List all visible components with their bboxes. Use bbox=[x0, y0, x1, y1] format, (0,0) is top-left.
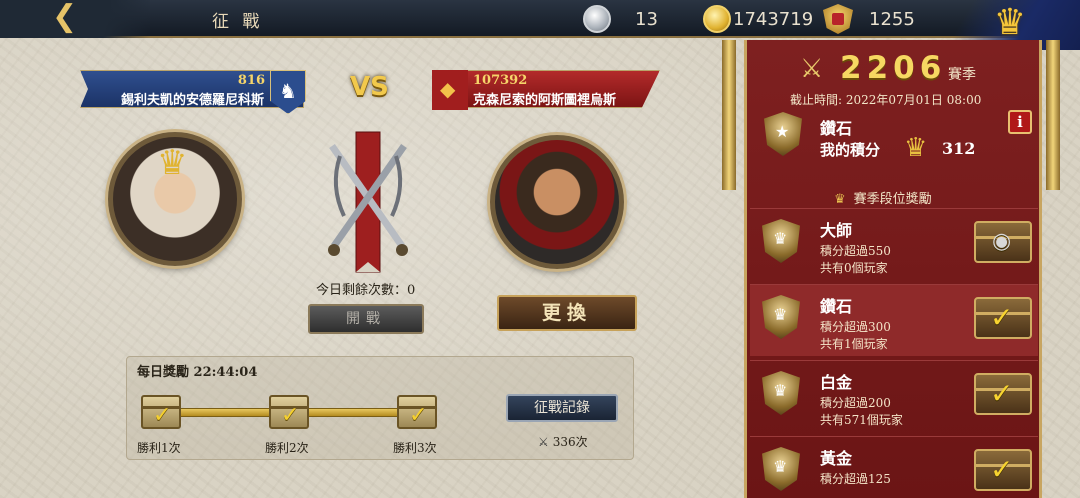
crossed-swords-icon bbox=[328, 131, 408, 273]
win-label-3: 勝利3次 bbox=[393, 441, 437, 455]
tier-chest-claimed[interactable]: ✓ bbox=[974, 373, 1032, 415]
season-shield-icon: ⚔ bbox=[800, 54, 824, 84]
change-opponent-button[interactable]: 更換 bbox=[497, 295, 637, 331]
silver-coin-icon bbox=[583, 5, 611, 33]
tier-row-gold[interactable]: ♛ 黃金 積分超過125 ✓ bbox=[750, 436, 1038, 498]
eagle-emblem-icon: ◆ bbox=[432, 70, 468, 110]
player-power: 816 bbox=[237, 73, 265, 88]
tier-chest-claimed[interactable]: ✓ bbox=[974, 449, 1032, 491]
player-portrait[interactable]: ♛ bbox=[108, 132, 242, 266]
tier-name: 大師 bbox=[820, 221, 853, 240]
tier-row-platinum[interactable]: ♛ 白金 積分超過200 共有571個玩家 ✓ bbox=[750, 360, 1038, 432]
honor-amount: 1255 bbox=[869, 8, 915, 30]
battle-button[interactable]: 開戰 bbox=[308, 304, 424, 334]
master-rank-icon: ♛ bbox=[762, 219, 800, 263]
tier-players: 共有1個玩家 bbox=[820, 337, 888, 351]
daily-chest-1[interactable]: ✓ bbox=[141, 395, 181, 429]
tier-condition: 積分超過125 bbox=[820, 472, 891, 486]
back-button[interactable]: ❮ bbox=[0, 0, 150, 38]
diamond-rank-icon: ♛ bbox=[762, 295, 800, 339]
page-title: 征 戰 bbox=[212, 12, 264, 32]
battle-record-button[interactable]: 征戰記錄 bbox=[506, 394, 618, 422]
tier-name: 白金 bbox=[820, 373, 853, 392]
season-score: 2206 bbox=[840, 50, 947, 86]
gold-amount: 1743719 bbox=[733, 8, 814, 30]
tier-row-master[interactable]: ♛ 大師 積分超過550 共有0個玩家 ◉ bbox=[750, 208, 1038, 280]
player-name: 錫利夫凱的安德羅尼科斯 bbox=[121, 93, 265, 108]
checkmark-icon: ✓ bbox=[990, 301, 1014, 334]
record-count-value: 336次 bbox=[552, 435, 588, 449]
back-arrow-icon: ❮ bbox=[52, 0, 78, 34]
win-label-1: 勝利1次 bbox=[137, 441, 181, 455]
checkmark-icon: ✓ bbox=[990, 453, 1014, 486]
queen-crown-icon: ♛ bbox=[157, 143, 188, 183]
lock-icon: ◉ bbox=[992, 229, 1012, 254]
checkmark-icon: ✓ bbox=[409, 403, 428, 428]
checkmark-icon: ✓ bbox=[153, 403, 172, 428]
record-count: ⚔ 336次 bbox=[538, 433, 588, 450]
silver-amount: 13 bbox=[635, 8, 658, 30]
gold-rank-icon: ♛ bbox=[762, 447, 800, 491]
tier-name: 黃金 bbox=[820, 449, 853, 468]
tier-condition: 積分超過300 bbox=[820, 320, 891, 334]
info-button[interactable]: i bbox=[1008, 110, 1032, 134]
remaining-attempts: 今日剩餘次數：0 bbox=[316, 283, 416, 298]
tier-chest-claimed[interactable]: ✓ bbox=[974, 297, 1032, 339]
season-label: 賽季 bbox=[948, 67, 976, 83]
daily-reward-title: 每日獎勵 22:44:04 bbox=[137, 365, 258, 380]
rewards-header: ♛ 賽季段位獎勵 bbox=[834, 188, 932, 207]
daily-chest-3[interactable]: ✓ bbox=[397, 395, 437, 429]
win-label-2: 勝利2次 bbox=[265, 441, 309, 455]
honor-resource[interactable]: 1255 bbox=[823, 3, 915, 35]
silver-resource[interactable]: 13 bbox=[583, 3, 658, 35]
gold-resource[interactable]: 1743719 bbox=[703, 3, 813, 35]
checkmark-icon: ✓ bbox=[281, 403, 300, 428]
gold-pillar-right bbox=[1046, 40, 1060, 190]
tier-name: 鑽石 bbox=[820, 297, 853, 316]
opponent-portrait[interactable] bbox=[490, 135, 624, 269]
crown-small-icon: ♛ bbox=[834, 192, 846, 207]
season-deadline: 截止時間: 2022年07月01日 08:00 bbox=[790, 93, 982, 107]
opponent-power: 107392 bbox=[473, 73, 528, 88]
current-rank: 鑽石 bbox=[820, 119, 853, 138]
tier-chest-locked[interactable]: ◉ bbox=[974, 221, 1032, 263]
gold-pillar-left bbox=[722, 40, 736, 190]
daily-chest-2[interactable]: ✓ bbox=[269, 395, 309, 429]
tier-condition: 積分超過200 bbox=[820, 396, 891, 410]
tier-condition: 積分超過550 bbox=[820, 244, 891, 258]
tier-players: 共有571個玩家 bbox=[820, 413, 903, 427]
honor-badge-icon bbox=[823, 4, 853, 34]
opponent-name: 克森尼索的阿斯圖裡烏斯 bbox=[473, 93, 617, 108]
my-score-label: 我的積分 bbox=[820, 141, 881, 159]
tier-row-diamond[interactable]: ♛ 鑽石 積分超過300 共有1個玩家 ✓ bbox=[750, 284, 1038, 356]
vs-label: VS bbox=[350, 72, 389, 102]
tier-players: 共有0個玩家 bbox=[820, 261, 888, 275]
my-score-value: 312 bbox=[942, 139, 976, 158]
crown-icon[interactable]: ♛ bbox=[994, 2, 1026, 43]
checkmark-icon: ✓ bbox=[990, 377, 1014, 410]
top-bar: ❮ 征 戰 13 1743719 1255 bbox=[0, 0, 1080, 38]
rewards-header-label: 賽季段位獎勵 bbox=[853, 192, 932, 207]
gold-coin-icon bbox=[703, 5, 731, 33]
platinum-rank-icon: ♛ bbox=[762, 371, 800, 415]
swords-small-icon: ⚔ bbox=[538, 435, 549, 449]
trophy-icon: ♛ bbox=[904, 133, 928, 163]
